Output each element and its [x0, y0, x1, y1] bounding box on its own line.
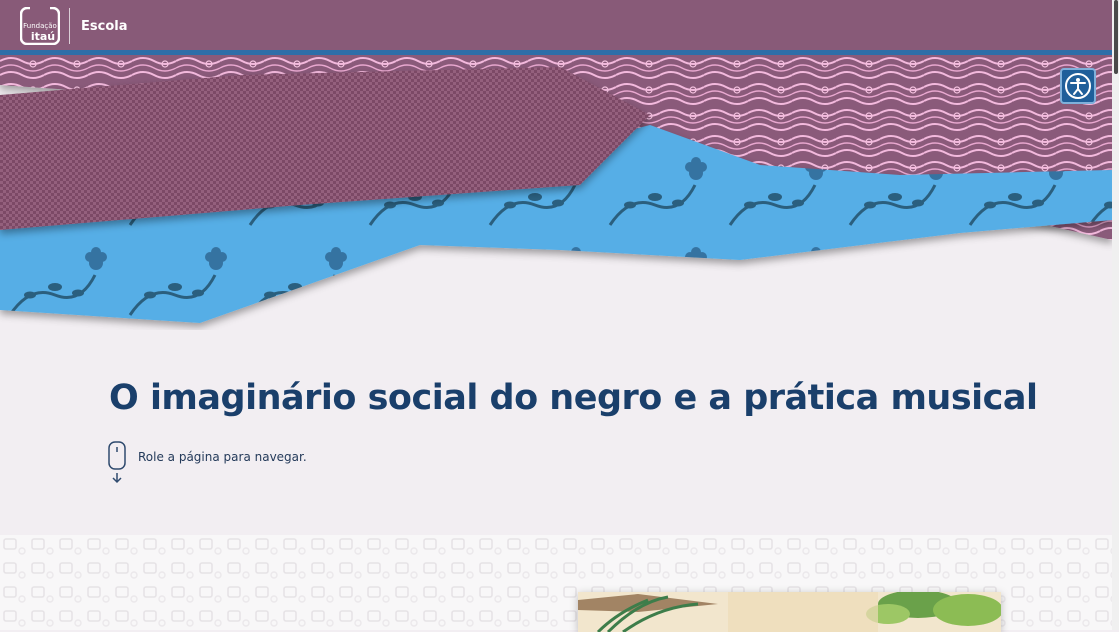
scrollbar[interactable]: [1112, 0, 1119, 630]
top-navigation-bar: Fundação itaú Escola: [0, 0, 1112, 55]
hero-collage-banner: [0, 55, 1112, 330]
scrollbar-thumb[interactable]: [1114, 0, 1118, 74]
mouse-scroll-icon: [108, 441, 126, 484]
svg-text:itaú: itaú: [31, 30, 55, 43]
accessibility-button[interactable]: [1060, 68, 1096, 104]
svg-text:Fundação: Fundação: [23, 22, 57, 30]
artwork-image: [578, 592, 1001, 632]
accessibility-icon: [1065, 73, 1091, 99]
scroll-hint-text: Role a página para navegar.: [138, 450, 307, 464]
scroll-hint: Role a página para navegar.: [108, 441, 408, 486]
page-title: O imaginário social do negro e a prática…: [109, 378, 1038, 418]
logo-divider: [69, 8, 70, 44]
arrow-down-icon: [112, 473, 122, 484]
fundacao-itau-logo[interactable]: Fundação itaú: [20, 7, 60, 45]
section-label[interactable]: Escola: [81, 19, 127, 34]
